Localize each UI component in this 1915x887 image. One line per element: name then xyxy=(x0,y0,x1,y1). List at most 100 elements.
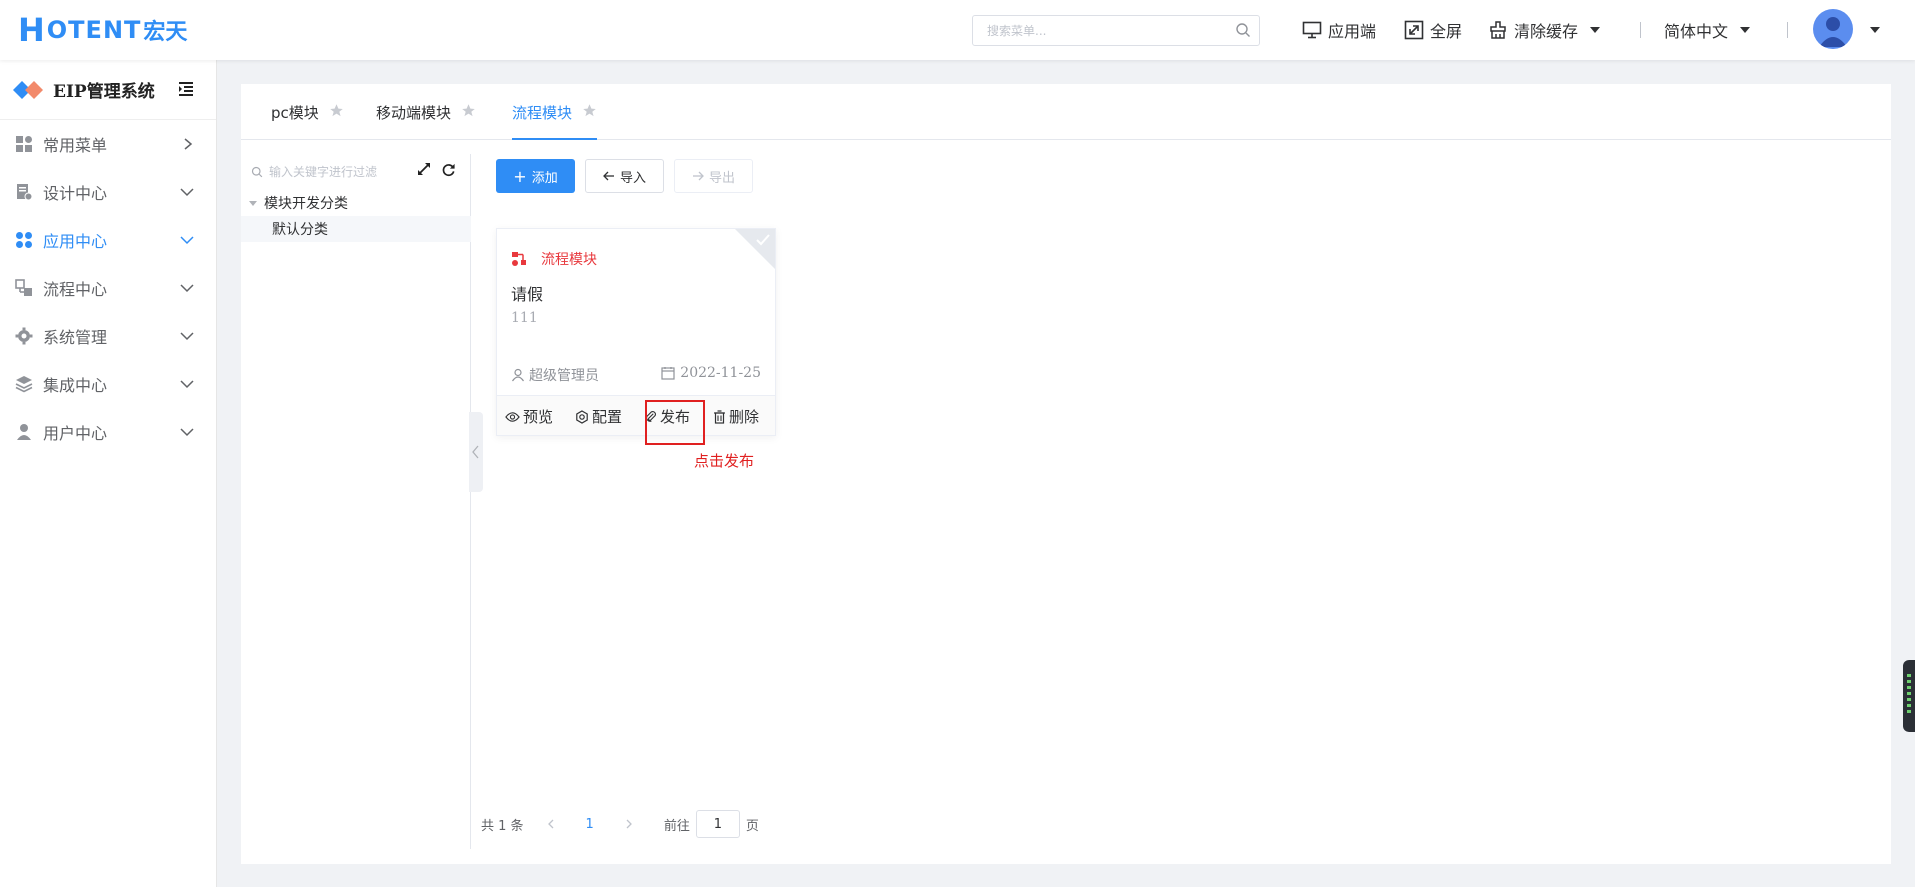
category-tree: 模块开发分类 默认分类 xyxy=(241,154,471,849)
header-divider xyxy=(1787,22,1788,38)
arrow-left-icon xyxy=(603,171,614,181)
card-actions: 预览 配置 发布 删除 xyxy=(497,395,775,435)
widget-indicator xyxy=(1907,710,1911,713)
user-avatar[interactable] xyxy=(1813,9,1853,49)
main-panel: pc模块 移动端模块 流程模块 模块开发分类 默认分类 xyxy=(241,84,1891,864)
card-name: 请假 xyxy=(511,285,544,304)
delete-label: 删除 xyxy=(729,408,760,426)
preview-button[interactable]: 预览 xyxy=(505,406,553,427)
chevron-right-icon[interactable] xyxy=(624,818,634,830)
sidebar-item-integration-center[interactable]: 集成中心 xyxy=(0,360,216,408)
search-icon xyxy=(251,166,263,178)
eip-logo-icon xyxy=(13,80,43,99)
pagination-page-suffix: 页 xyxy=(745,818,759,834)
tree-filter-input[interactable] xyxy=(269,165,419,179)
language-dropdown[interactable]: 简体中文 xyxy=(1664,17,1751,43)
widget-indicator xyxy=(1907,686,1911,689)
check-icon[interactable] xyxy=(755,233,771,247)
export-button[interactable]: 导出 xyxy=(674,159,753,193)
tree-node-label: 模块开发分类 xyxy=(264,196,348,212)
chevron-down-icon xyxy=(180,284,194,293)
pagination-goto-label: 前往 xyxy=(663,818,690,834)
page-number-current[interactable]: 1 xyxy=(586,817,594,832)
avatar-caret-icon[interactable] xyxy=(1870,27,1880,33)
refresh-icon[interactable] xyxy=(441,162,456,177)
caret-down-icon[interactable] xyxy=(249,200,257,206)
fullscreen-button[interactable]: 全屏 xyxy=(1404,17,1462,43)
delete-button[interactable]: 删除 xyxy=(713,406,759,427)
hotent-logo[interactable]: H OTENT 宏天 xyxy=(18,11,187,49)
language-label: 简体中文 xyxy=(1664,22,1729,41)
monitor-icon xyxy=(1302,21,1322,39)
chevron-left-icon[interactable] xyxy=(546,818,556,830)
sidebar-item-user-center[interactable]: 用户中心 xyxy=(0,408,216,456)
tree-filter xyxy=(251,162,426,182)
sidebar-item-common-menu[interactable]: 常用菜单 xyxy=(0,120,216,168)
fullscreen-icon xyxy=(1404,20,1424,40)
sidebar-item-label: 系统管理 xyxy=(43,328,108,347)
import-button[interactable]: 导入 xyxy=(585,159,664,193)
plus-icon: + xyxy=(513,166,527,186)
sidebar-item-app-center[interactable]: 应用中心 xyxy=(0,216,216,264)
trash-icon xyxy=(714,409,725,424)
card-type-label: 流程模块 xyxy=(541,252,597,268)
avatar-person-icon xyxy=(1819,17,1847,47)
import-label: 导入 xyxy=(619,170,646,186)
config-button[interactable]: 配置 xyxy=(575,406,622,427)
floating-side-widget[interactable] xyxy=(1903,660,1915,732)
sidebar-item-design-center[interactable]: 设计中心 xyxy=(0,168,216,216)
top-header: H OTENT 宏天 应用端 全屏 清除缓存 简体中文 xyxy=(0,0,1915,60)
logo-word: OTENT xyxy=(46,16,142,44)
tab-label: 流程模块 xyxy=(512,104,573,122)
publish-highlight-box xyxy=(645,400,705,445)
page-jump-input[interactable] xyxy=(695,810,740,838)
clear-cache-label: 清除缓存 xyxy=(1514,22,1579,41)
menu-search-input[interactable] xyxy=(973,16,1223,45)
tab-flow-module[interactable]: 流程模块 xyxy=(512,102,598,140)
preview-label: 预览 xyxy=(523,408,554,426)
chevron-down-icon xyxy=(180,332,194,341)
sidebar-item-label: 流程中心 xyxy=(43,280,108,299)
grid-icon xyxy=(16,136,32,152)
chevron-down-icon xyxy=(180,380,194,389)
date-label: 2022-11-25 xyxy=(680,365,761,381)
export-label: 导出 xyxy=(708,170,735,186)
expand-icon[interactable] xyxy=(417,162,431,176)
add-button[interactable]: + 添加 xyxy=(496,159,575,193)
widget-indicator xyxy=(1907,704,1911,707)
fullscreen-label: 全屏 xyxy=(1430,22,1463,41)
tree-node-root[interactable]: 模块开发分类 xyxy=(241,190,471,216)
tree-collapse-handle[interactable] xyxy=(469,412,483,492)
pagination: 共 1 条 1 前往 页 xyxy=(481,810,759,838)
user-outline-icon xyxy=(512,368,524,382)
chevron-down-icon xyxy=(180,428,194,437)
tree-node-default[interactable]: 默认分类 xyxy=(241,216,471,242)
tab-label: 移动端模块 xyxy=(376,104,452,122)
star-icon[interactable] xyxy=(582,103,597,118)
chevron-down-icon xyxy=(180,188,194,197)
flow-module-icon xyxy=(512,252,526,266)
menu-fold-icon[interactable] xyxy=(178,81,194,97)
star-icon[interactable] xyxy=(329,103,344,118)
click-publish-note: 点击发布 xyxy=(694,452,755,470)
add-label: 添加 xyxy=(531,170,558,186)
menu-search-box xyxy=(972,15,1260,46)
module-card[interactable]: 流程模块 请假 111 超级管理员 2022-11-25 预览 配置 发布 删除 xyxy=(496,228,776,436)
eye-icon xyxy=(505,411,520,422)
sidebar-item-label: 常用菜单 xyxy=(43,136,108,155)
sidebar-item-system-management[interactable]: 系统管理 xyxy=(0,312,216,360)
app-end-button[interactable]: 应用端 xyxy=(1302,17,1376,43)
tab-pc-module[interactable]: pc模块 xyxy=(271,102,344,140)
design-doc-icon xyxy=(17,184,33,201)
sidebar-item-label: 集成中心 xyxy=(43,376,108,395)
star-icon[interactable] xyxy=(461,103,476,118)
search-icon[interactable] xyxy=(1235,22,1251,38)
sidebar-item-flow-center[interactable]: 流程中心 xyxy=(0,264,216,312)
tab-label: pc模块 xyxy=(271,104,319,122)
tab-mobile-module[interactable]: 移动端模块 xyxy=(376,102,476,140)
clear-cache-dropdown[interactable]: 清除缓存 xyxy=(1488,17,1601,43)
card-description: 111 xyxy=(511,310,538,326)
widget-indicator xyxy=(1907,674,1911,677)
card-creator: 超级管理员 xyxy=(511,365,599,385)
widget-indicator xyxy=(1907,698,1911,701)
